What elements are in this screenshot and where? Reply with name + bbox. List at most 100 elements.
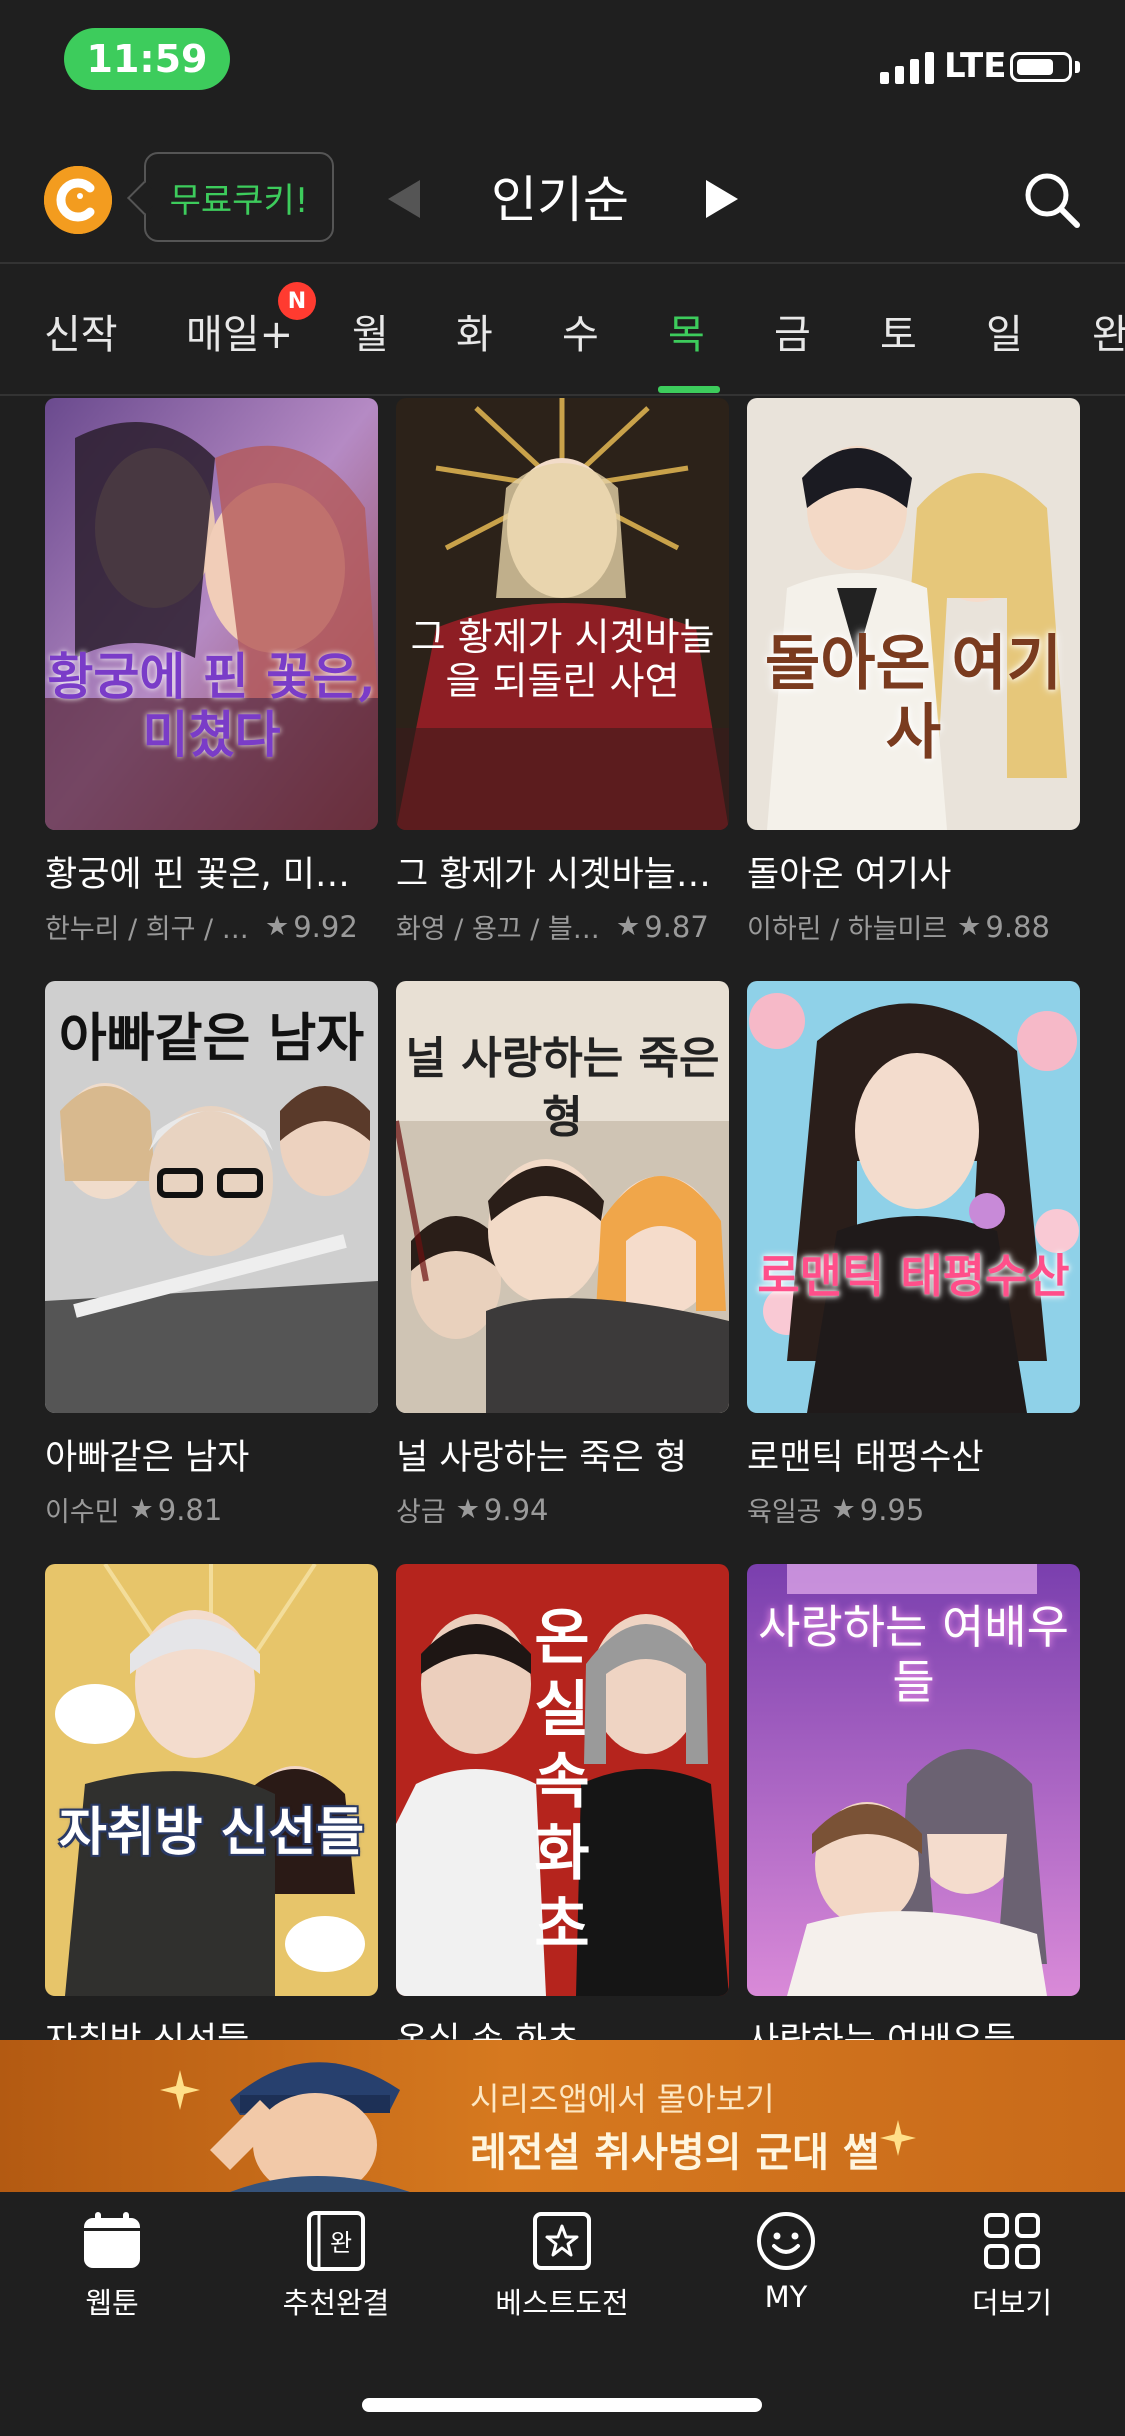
tab-sun[interactable]: 일 [986,302,1023,360]
comic-rating: 9.94 [483,1492,549,1527]
nav-label: 베스트도전 [495,2286,629,2320]
cover-title: 자취방 신선들 [58,1802,365,1863]
soldier-character-icon [210,2062,410,2192]
comic-title: 황궁에 핀 꽃은, 미… [45,855,350,895]
comic-thumbnail[interactable]: 자취방 신선들 [45,1564,378,1996]
comic-title: 사랑하는 여배우들 [747,2012,1080,2040]
comic-card[interactable]: 돌아온 여기사 돌아온 여기사 이하린 / 하늘미르 ★ 9.88 [747,398,1080,946]
battery-icon [1010,52,1072,82]
comic-authors: 상금 [396,1497,446,1528]
completed-book-icon-text: 완 [330,2229,352,2257]
sparkle-icon [160,2070,200,2110]
nav-webtoon[interactable]: 웹툰 [22,2210,202,2322]
comic-rating: 9.87 [644,909,709,944]
completed-book-icon: 완 [307,2211,365,2271]
comic-meta: 화영 / 용끄 / 블루밍… ★ 9.87 [396,907,729,946]
comic-rating: 9.88 [985,909,1050,944]
tab-sat[interactable]: 토 [880,302,917,360]
nav-best-challenge[interactable]: 베스트도전 [472,2210,652,2322]
status-time: 11:59 [64,28,230,90]
active-tab-indicator [658,386,720,393]
comic-authors: 육일공 [747,1497,822,1528]
comic-thumbnail[interactable]: 황궁에 핀 꽃은,미쳤다 [45,398,378,830]
comic-thumbnail[interactable]: 널 사랑하는 죽은 형 [396,981,729,1413]
nav-label: 더보기 [971,2286,1053,2320]
smiley-icon [757,2212,815,2270]
comic-title: 온실 속 화초 [396,2012,729,2040]
next-sort-icon[interactable] [706,180,738,218]
comic-authors: 이수민 [45,1497,120,1528]
signal-icon [880,50,934,84]
comic-card[interactable]: 로맨틱 태평수산 로맨틱 태평수산 육일공 ★ 9.95 [747,981,1080,1529]
comic-thumbnail[interactable]: 돌아온 여기사 [747,398,1080,830]
nav-label: 추천완결 [282,2286,390,2320]
comic-rating: 9.92 [293,909,358,944]
cover-title: 로맨틱 태평수산 [757,1249,1070,1303]
cover-title: 널 사랑하는 죽은 형 [405,1033,720,1144]
tab-completed[interactable]: 완 [1092,302,1125,360]
nav-label: MY [764,2280,808,2314]
nav-recommended-completed[interactable]: 완 추천완결 [246,2210,426,2322]
promo-banner[interactable]: 시리즈앱에서 몰아보기 레전설 취사병의 군대 썰 [0,2040,1125,2192]
tab-wed[interactable]: 수 [562,302,599,360]
calendar-icon [84,2212,140,2268]
tab-tue[interactable]: 화 [456,302,493,360]
battery-tip [1075,61,1080,73]
comic-thumbnail[interactable]: 그 황제가 시곗바늘을 되돌린 사연 [396,398,729,830]
sort-title[interactable]: 인기순 [460,160,660,232]
cover-title: 아빠같은 남자 [58,1008,365,1069]
comic-authors: 이하린 / 하늘미르 [747,914,948,945]
comic-title: 아빠같은 남자 [45,1438,250,1478]
star-icon: ★ [129,1494,154,1525]
tab-thu[interactable]: 목 [668,302,705,360]
cover-title: 돌아온 여기사 [765,629,1062,768]
comic-meta: 이하린 / 하늘미르 ★ 9.88 [747,907,1080,946]
nav-label: 웹툰 [85,2286,139,2320]
comic-card[interactable]: 자취방 신선들 자취방 신선들 [45,1564,378,2040]
comic-title: 널 사랑하는 죽은 형 [396,1438,687,1478]
banner-subtitle: 시리즈앱에서 몰아보기 [470,2080,775,2118]
star-icon: ★ [957,911,982,942]
comic-thumbnail[interactable]: 아빠같은 남자 [45,981,378,1413]
comic-meta: 한누리 / 희구 / 성소작 ★ 9.92 [45,907,378,946]
tab-mon[interactable]: 월 [352,302,389,360]
search-icon[interactable] [1022,170,1082,230]
comic-card[interactable]: 그 황제가 시곗바늘을 되돌린 사연 그 황제가 시곗바늘… 화영 / 용끄 /… [396,398,729,946]
prev-sort-icon[interactable] [388,180,420,218]
cover-title: 온실속화초 [534,1603,590,1961]
cookie-logo-icon[interactable] [44,166,112,234]
comic-authors: 화영 / 용끄 / 블루밍… [396,914,606,945]
tab-daily-plus[interactable]: 매일+ [186,302,293,360]
nav-my[interactable]: MY [696,2210,876,2314]
free-cookie-button[interactable]: 무료쿠키! [144,152,334,242]
cover-title: 사랑하는 여배우들 [758,1600,1069,1710]
comic-authors: 한누리 / 희구 / 성소작 [45,914,255,945]
comic-thumbnail[interactable]: 로맨틱 태평수산 [747,981,1080,1413]
comic-meta: 이수민 ★ 9.81 [45,1490,378,1529]
star-icon: ★ [455,1494,480,1525]
nav-more[interactable]: 더보기 [922,2210,1102,2322]
tab-new[interactable]: 신작 [44,302,118,360]
star-icon: ★ [265,911,290,942]
comic-card[interactable]: 사랑하는 여배우들 사랑하는 여배우들 [747,1564,1080,2040]
divider [0,262,1125,264]
banner-title: 레전설 취사병의 군대 썰 [470,2129,880,2176]
comic-card[interactable]: 황궁에 핀 꽃은,미쳤다 황궁에 핀 꽃은, 미… 한누리 / 희구 / 성소작… [45,398,378,946]
home-indicator[interactable] [362,2398,762,2412]
comic-thumbnail[interactable]: 사랑하는 여배우들 [747,1564,1080,1996]
cover-title: 그 황제가 시곗바늘을 되돌린 사연 [410,615,715,703]
comic-title: 그 황제가 시곗바늘… [396,855,711,895]
comic-card[interactable]: 널 사랑하는 죽은 형 널 사랑하는 죽은 형 상금 ★ 9.94 [396,981,729,1529]
tab-fri[interactable]: 금 [774,302,811,360]
comic-rating: 9.95 [859,1492,925,1527]
day-tabs: 신작 매일+ N 월 화 수 목 금 토 일 완 [0,266,1125,394]
comic-card[interactable]: 온실속화초 온실 속 화초 [396,1564,729,2040]
divider [0,394,1125,396]
comic-card[interactable]: 아빠같은 남자 아빠같은 남자 이수민 ★ 9.81 [45,981,378,1529]
comic-thumbnail[interactable]: 온실속화초 [396,1564,729,1996]
status-bar: 11:59 LTE [0,0,1125,120]
comic-title: 돌아온 여기사 [747,855,952,895]
sparkle-icon [880,2120,916,2156]
grid-icon [984,2213,1040,2269]
comic-title: 로맨틱 태평수산 [747,1438,984,1478]
